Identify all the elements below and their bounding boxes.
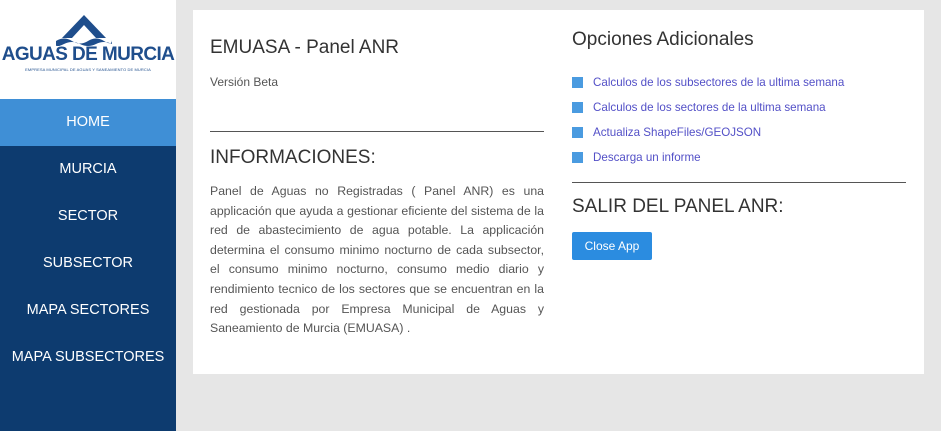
divider bbox=[572, 182, 906, 183]
list-item: Descarga un informe bbox=[572, 145, 844, 170]
sidebar-item-murcia[interactable]: MURCIA bbox=[0, 146, 176, 193]
options-list: Calculos de los subsectores de la ultima… bbox=[572, 70, 844, 170]
list-item: Actualiza ShapeFiles/GEOJSON bbox=[572, 120, 844, 145]
logo-subtitle: EMPRESA MUNICIPAL DE AGUAS Y SANEAMIENTO… bbox=[25, 67, 151, 72]
link-calculos-subsectores[interactable]: Calculos de los subsectores de la ultima… bbox=[593, 76, 844, 89]
square-bullet-icon bbox=[572, 127, 583, 138]
square-bullet-icon bbox=[572, 77, 583, 88]
link-calculos-sectores[interactable]: Calculos de los sectores de la ultima se… bbox=[593, 101, 826, 114]
list-item: Calculos de los sectores de la ultima se… bbox=[572, 95, 844, 120]
options-heading: Opciones Adicionales bbox=[572, 29, 754, 50]
close-app-button[interactable]: Close App bbox=[572, 232, 652, 260]
list-item: Calculos de los subsectores de la ultima… bbox=[572, 70, 844, 95]
version-label: Versión Beta bbox=[210, 75, 279, 89]
sidebar-item-sector[interactable]: SECTOR bbox=[0, 193, 176, 240]
sidebar-nav: HOME MURCIA SECTOR SUBSECTOR MAPA SECTOR… bbox=[0, 99, 176, 381]
sidebar-item-mapa-subsectores[interactable]: MAPA SUBSECTORES bbox=[0, 334, 176, 381]
exit-heading: SALIR DEL PANEL ANR: bbox=[572, 196, 784, 217]
logo-text: AGUAS DE MURCIA bbox=[1, 44, 175, 65]
info-paragraph: Panel de Aguas no Registradas ( Panel AN… bbox=[210, 184, 544, 336]
page-title: EMUASA - Panel ANR bbox=[210, 37, 400, 58]
divider bbox=[210, 131, 544, 132]
sidebar: AGUAS DE MURCIA EMPRESA MUNICIPAL DE AGU… bbox=[0, 0, 176, 431]
square-bullet-icon bbox=[572, 102, 583, 113]
water-logo-icon bbox=[56, 15, 112, 46]
logo[interactable]: AGUAS DE MURCIA EMPRESA MUNICIPAL DE AGU… bbox=[0, 0, 176, 99]
square-bullet-icon bbox=[572, 152, 583, 163]
link-descarga-informe[interactable]: Descarga un informe bbox=[593, 151, 701, 164]
sidebar-item-subsector[interactable]: SUBSECTOR bbox=[0, 240, 176, 287]
link-actualiza-shapefiles[interactable]: Actualiza ShapeFiles/GEOJSON bbox=[593, 126, 761, 139]
sidebar-item-mapa-sectores[interactable]: MAPA SECTORES bbox=[0, 287, 176, 334]
main-panel: EMUASA - Panel ANR Versión Beta INFORMAC… bbox=[193, 10, 924, 374]
info-heading: INFORMACIONES: bbox=[210, 147, 376, 168]
sidebar-item-home[interactable]: HOME bbox=[0, 99, 176, 146]
